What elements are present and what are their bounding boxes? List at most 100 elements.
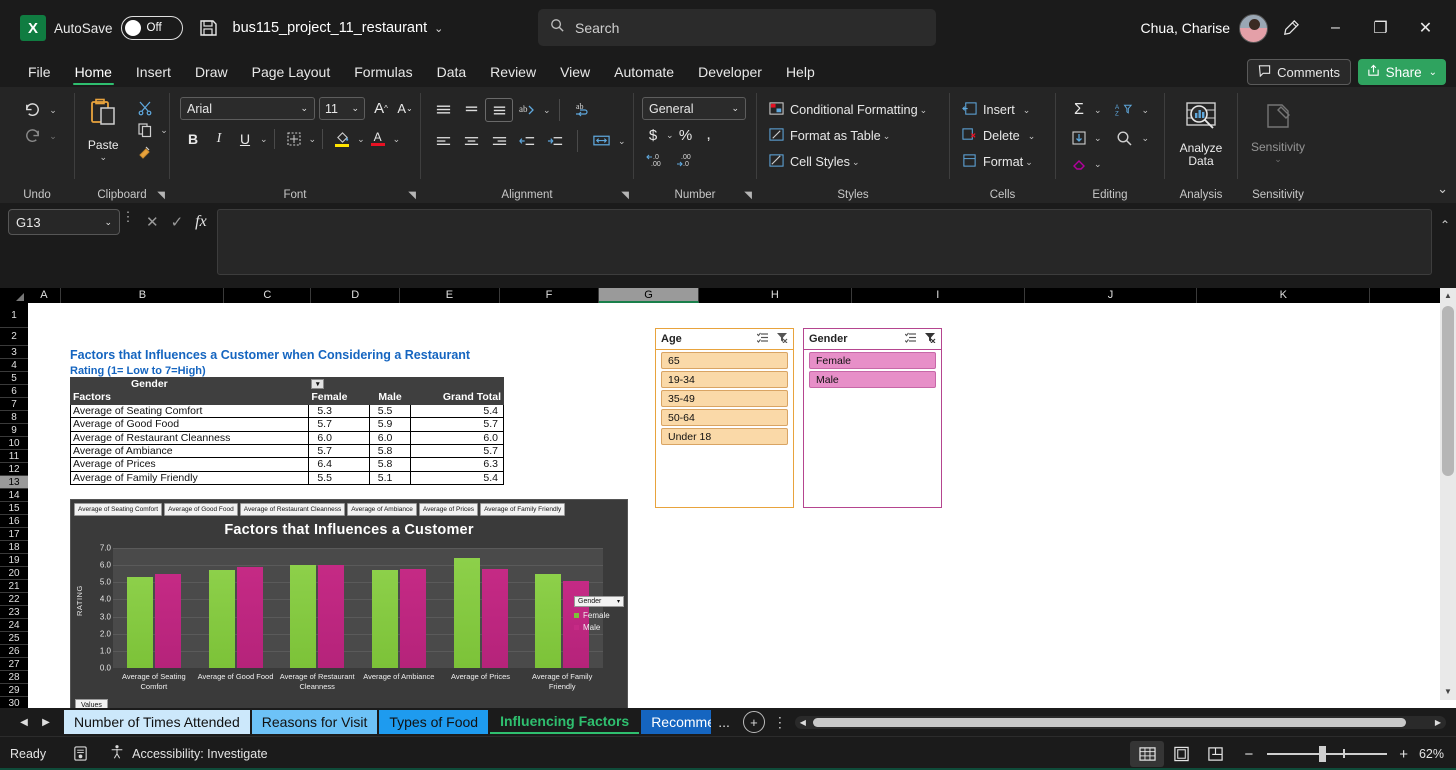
font-name-select[interactable]: Arial ⌄ [180,97,315,120]
sheet-tabs-overflow[interactable]: ... [718,714,730,730]
slicer-gender[interactable]: Gender Female Male [803,328,942,508]
row-header-13[interactable]: 13 [0,476,28,489]
decrease-decimal-icon[interactable]: .00.0 [672,148,702,170]
table-row[interactable]: Average of Seating Comfort 5.3 5.5 5.4 [69,403,504,419]
table-row[interactable]: Average of Family Friendly 5.5 5.1 5.4 [69,470,504,486]
tab-view[interactable]: View [548,62,602,87]
format-as-table-button[interactable]: Format as Table ⌄ [765,123,931,149]
bar-female-ambiance[interactable] [371,570,398,668]
avatar[interactable] [1239,13,1268,43]
merge-chevron-down-icon[interactable]: ⌄ [618,136,626,147]
slicer-age-item-under-18[interactable]: Under 18 [661,428,788,445]
row-header-16[interactable]: 16 [0,515,28,528]
increase-decimal-icon[interactable]: .0.00 [642,148,672,170]
enter-check-icon[interactable]: ✓ [171,213,184,231]
row-header-20[interactable]: 20 [0,567,28,580]
font-size-chevron-down-icon[interactable]: ⌄ [351,103,359,114]
filter-dropdown-icon[interactable]: ▾ [311,379,325,390]
slicer-age-item-35-49[interactable]: 35-49 [661,390,788,407]
format-painter-icon[interactable] [132,141,158,163]
row-header-12[interactable]: 12 [0,463,28,476]
page-layout-view-icon[interactable] [1164,741,1198,767]
zoom-out-button[interactable]: − [1244,746,1253,763]
insert-cells-button[interactable]: Insert ⌄ [958,97,1039,123]
previous-sheet-icon[interactable]: ◀ [14,712,34,732]
tab-file[interactable]: File [16,62,63,87]
scissors-icon[interactable] [132,97,158,119]
fill-color-icon[interactable] [329,127,355,151]
font-color-icon[interactable]: A [365,127,391,151]
add-sheet-button[interactable]: + [742,711,765,733]
clear-chevron-down-icon[interactable]: ⌄ [1094,159,1102,170]
comments-button[interactable]: Comments [1247,59,1351,85]
sort-and-filter-icon[interactable]: AZ [1110,98,1140,122]
copy-icon[interactable] [132,119,158,141]
column-header-I[interactable]: I [852,288,1025,303]
zoom-in-button[interactable]: + [1399,746,1408,763]
vertical-scrollbar[interactable]: ▲ ▼ [1440,288,1456,700]
row-header-1[interactable]: 1 [0,303,28,328]
tab-insert[interactable]: Insert [124,62,183,87]
slicer-age-item-65[interactable]: 65 [661,352,788,369]
sheet-tab-more-options[interactable]: ⋮ [773,714,787,731]
align-center-icon[interactable] [457,129,485,153]
column-header-E[interactable]: E [400,288,500,303]
orientation-chevron-down-icon[interactable]: ⌄ [543,105,551,116]
column-header-G[interactable]: G [599,288,699,303]
align-left-icon[interactable] [429,129,457,153]
accessibility-status[interactable]: Accessibility: Investigate [109,744,268,763]
insert-function-icon[interactable]: fx [195,213,207,231]
fill-chevron-down-icon[interactable]: ⌄ [1094,133,1102,144]
chart-field-button-restaurant-cleanness[interactable]: Average of Restaurant Cleanness [239,503,346,516]
cancel-x-icon[interactable]: ✕ [146,213,159,231]
chart-field-button-ambiance[interactable]: Average of Ambiance [347,503,417,516]
row-header-18[interactable]: 18 [0,541,28,554]
row-header-29[interactable]: 29 [0,684,28,697]
row-header-27[interactable]: 27 [0,658,28,671]
find-and-select-icon[interactable] [1110,126,1140,150]
tab-automate[interactable]: Automate [602,62,686,87]
bar-male-restaurant-cleanness[interactable] [318,565,345,668]
tab-draw[interactable]: Draw [183,62,240,87]
horizontal-scroll-thumb[interactable] [812,717,1406,727]
bar-female-family-friendly[interactable] [535,574,562,668]
row-header-22[interactable]: 22 [0,593,28,606]
sheet-tab-influencing-factors[interactable]: Influencing Factors [490,710,640,734]
sort-filter-chevron-down-icon[interactable]: ⌄ [1142,105,1150,116]
chevron-down-icon[interactable]: ▾ [617,598,620,605]
column-header-D[interactable]: D [311,288,401,303]
clipboard-dialog-launcher-icon[interactable]: ◥ [157,190,165,201]
tab-data[interactable]: Data [425,62,479,87]
table-row[interactable]: Average of Good Food 5.7 5.9 5.7 [69,417,504,432]
row-header-10[interactable]: 10 [0,437,28,450]
tab-review[interactable]: Review [478,62,548,87]
bar-female-good-food[interactable] [208,570,235,668]
bar-male-prices[interactable] [481,569,508,668]
expand-formula-bar-icon[interactable]: ⌃ [1440,218,1450,232]
row-header-14[interactable]: 14 [0,489,28,502]
select-all-corner[interactable] [0,288,28,303]
row-header-5[interactable]: 5 [0,372,28,385]
slicer-gender-item-male[interactable]: Male [809,371,936,388]
row-header-3[interactable]: 3 [0,346,28,359]
format-cells-button[interactable]: Format ⌄ [958,149,1039,175]
share-button[interactable]: Share ⌄ [1357,59,1446,85]
hscroll-left-icon[interactable]: ◀ [795,718,811,727]
font-color-chevron-down-icon[interactable]: ⌄ [393,134,401,145]
record-macro-icon[interactable] [72,745,89,762]
font-size-select[interactable]: 11 ⌄ [319,97,365,120]
font-dialog-launcher-icon[interactable]: ◥ [408,190,416,201]
row-header-9[interactable]: 9 [0,424,28,437]
horizontal-scrollbar[interactable]: ◀ ▶ [794,715,1446,729]
row-header-2[interactable]: 2 [0,328,28,346]
next-sheet-icon[interactable]: ▶ [36,712,56,732]
scroll-up-icon[interactable]: ▲ [1440,288,1456,304]
table-row[interactable]: Average of Restaurant Cleanness 6.0 6.0 … [69,430,504,446]
underline-button[interactable]: U [232,127,258,151]
name-box-chevron-down-icon[interactable]: ⌄ [104,217,112,228]
slicer-gender-item-female[interactable]: Female [809,352,936,369]
comma-style-icon[interactable]: , [698,124,720,146]
alignment-dialog-launcher-icon[interactable]: ◥ [621,190,629,201]
format-as-table-chevron-down-icon[interactable]: ⌄ [883,131,891,142]
tab-developer[interactable]: Developer [686,62,774,87]
